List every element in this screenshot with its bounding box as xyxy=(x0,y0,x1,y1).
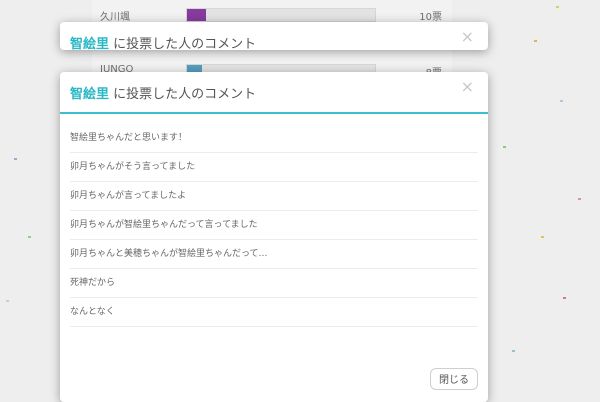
comments-modal: 智絵里 に投票した人のコメント × 智絵里ちゃんだと思います！ 卯月ちゃんがそう… xyxy=(60,72,488,402)
modal-title-name: 智絵里 xyxy=(70,37,110,50)
comment-item: 卯月ちゃんが言ってましたよ xyxy=(70,182,478,211)
modal-title-name: 智絵里 xyxy=(70,87,110,102)
comment-item: 死神だから xyxy=(70,269,478,298)
close-icon[interactable]: × xyxy=(461,29,474,45)
modal-title-suffix: に投票した人のコメント xyxy=(109,87,257,102)
comment-item: 智絵里ちゃんだと思います！ xyxy=(70,124,478,153)
comment-item: 卯月ちゃんが智絵里ちゃんだって言ってました xyxy=(70,211,478,240)
modal-header: 智絵里 に投票した人のコメント × xyxy=(60,72,488,114)
comment-item: 卯月ちゃんがそう言ってました xyxy=(70,153,478,182)
comments-modal-stacked: 智絵里 に投票した人のコメント × xyxy=(60,22,488,50)
modal-title: 智絵里 に投票した人のコメント xyxy=(70,83,256,102)
comment-item: 卯月ちゃんと美穂ちゃんが智絵里ちゃんだって… xyxy=(70,240,478,269)
modal-title-suffix: に投票した人のコメント xyxy=(109,37,257,50)
close-button[interactable]: 閉じる xyxy=(430,368,478,390)
comment-list: 智絵里ちゃんだと思います！ 卯月ちゃんがそう言ってました 卯月ちゃんが言ってまし… xyxy=(70,124,478,327)
modal-header: 智絵里 に投票した人のコメント × xyxy=(60,22,488,51)
close-icon[interactable]: × xyxy=(461,79,474,95)
modal-title: 智絵里 に投票した人のコメント xyxy=(70,33,256,50)
comment-item: なんとなく xyxy=(70,298,478,327)
